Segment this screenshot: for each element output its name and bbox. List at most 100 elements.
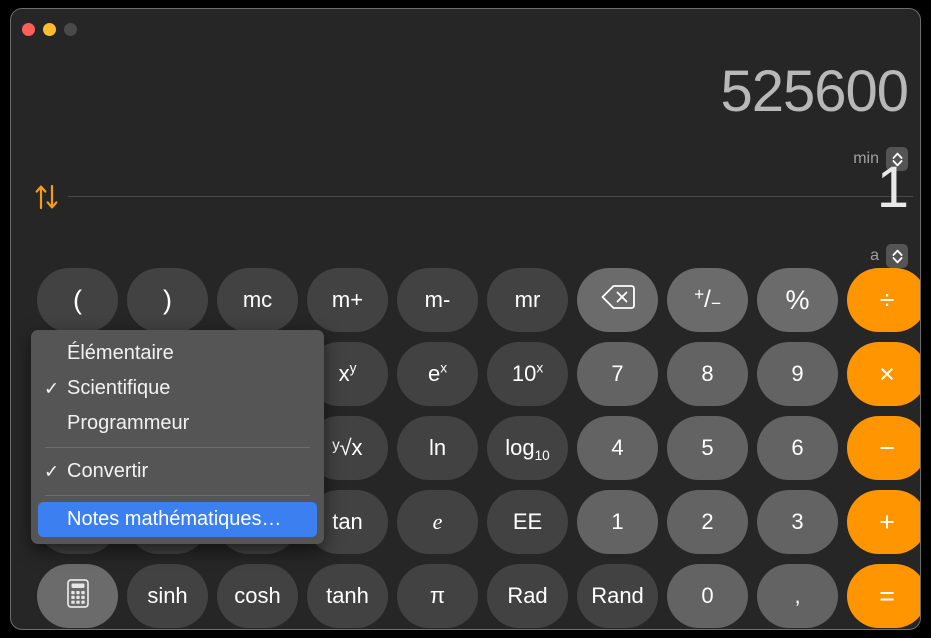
key-label: m- (424, 287, 451, 312)
key-equals[interactable]: = (847, 564, 920, 628)
menu-item-math-notes[interactable]: Notes mathématiques… (38, 502, 317, 537)
key-sign[interactable]: +/− (667, 268, 748, 332)
key-2[interactable]: 2 (667, 490, 748, 554)
menu-item-scientific[interactable]: ✓ Scientifique (31, 371, 324, 406)
key-exp[interactable]: ex (397, 342, 478, 406)
key-log10[interactable]: log10 (487, 416, 568, 480)
key-memory-recall[interactable]: mr (487, 268, 568, 332)
key-memory-add[interactable]: m+ (307, 268, 388, 332)
calculator-window: 525600 min 1 a () mc m+ m- mr +/− % ÷ x… (10, 8, 921, 630)
key-label: Rand (591, 583, 644, 608)
key-open-paren[interactable]: ( (37, 268, 118, 332)
menu-item-basic[interactable]: Élémentaire (31, 336, 324, 371)
key-label: 0 (701, 583, 714, 608)
key-percent[interactable]: % (757, 268, 838, 332)
key-ten-power[interactable]: 10x (487, 342, 568, 406)
key-rand[interactable]: Rand (577, 564, 658, 628)
key-label: × (879, 358, 895, 389)
key-rad[interactable]: Rad (487, 564, 568, 628)
key-backspace[interactable] (577, 268, 658, 332)
key-label: ʸ√x (332, 435, 363, 460)
key-label: Rad (507, 583, 548, 608)
key-label: 7 (611, 361, 624, 386)
key-subtract[interactable]: − (847, 416, 920, 480)
keypad-row: () mc m+ m-mr +/−% ÷ (19, 264, 920, 338)
key-label: 10x (511, 360, 544, 386)
key-label: 3 (791, 509, 804, 534)
key-divide[interactable]: ÷ (847, 268, 920, 332)
menu-item-programmer[interactable]: Programmeur (31, 406, 324, 441)
key-6[interactable]: 6 (757, 416, 838, 480)
display-row-bottom: 1 a (11, 151, 920, 268)
secondary-unit-label: a (870, 247, 879, 264)
key-multiply[interactable]: × (847, 342, 920, 406)
checkmark-icon: ✓ (44, 378, 60, 398)
key-label: 4 (611, 435, 624, 460)
key-label: ex (427, 360, 448, 386)
key-0[interactable]: 0 (667, 564, 748, 628)
calculator-icon (66, 578, 89, 614)
key-pi[interactable]: π (397, 564, 478, 628)
key-3[interactable]: 3 (757, 490, 838, 554)
key-label: ) (163, 284, 172, 315)
plus-minus-icon: +/− (694, 283, 721, 314)
key-label: % (785, 284, 810, 315)
key-label: e (432, 509, 443, 534)
display-row-top: 525600 min (11, 39, 920, 171)
key-label: 1 (611, 509, 624, 534)
key-label: tan (332, 509, 363, 534)
key-cosh[interactable]: cosh (217, 564, 298, 628)
display-area: 525600 min 1 a (11, 39, 920, 268)
window-controls (22, 23, 77, 36)
keypad-row: sinh cosh tanh π Rad Rand 0, = (19, 560, 920, 629)
key-label: mr (514, 287, 541, 312)
key-ln[interactable]: ln (397, 416, 478, 480)
key-9[interactable]: 9 (757, 342, 838, 406)
key-label: log10 (505, 435, 550, 463)
minimize-button[interactable] (43, 23, 56, 36)
key-label: 5 (701, 435, 714, 460)
key-label: mc (242, 287, 273, 312)
key-decimal[interactable]: , (757, 564, 838, 628)
key-label: ( (73, 284, 82, 315)
backspace-icon (601, 284, 635, 316)
key-add[interactable]: + (847, 490, 920, 554)
key-label: ÷ (879, 284, 895, 315)
key-close-paren[interactable]: ) (127, 268, 208, 332)
key-label: = (879, 580, 895, 611)
key-label: 6 (791, 435, 804, 460)
primary-value[interactable]: 525600 (720, 63, 909, 121)
key-label: EE (512, 509, 543, 534)
key-5[interactable]: 5 (667, 416, 748, 480)
key-e[interactable]: e (397, 490, 478, 554)
key-label: xy (338, 360, 357, 386)
key-label: 9 (791, 361, 804, 386)
menu-item-convert[interactable]: ✓ Convertir (31, 454, 324, 489)
key-label: 2 (701, 509, 714, 534)
key-label: sinh (147, 583, 188, 608)
key-calculator-mode[interactable] (37, 564, 118, 628)
key-ee[interactable]: EE (487, 490, 568, 554)
key-tanh[interactable]: tanh (307, 564, 388, 628)
menu-item-label: Élémentaire (67, 342, 174, 364)
key-memory-sub[interactable]: m- (397, 268, 478, 332)
key-7[interactable]: 7 (577, 342, 658, 406)
menu-item-label: Convertir (67, 460, 149, 482)
close-button[interactable] (22, 23, 35, 36)
menu-item-label: Notes mathématiques… (67, 508, 282, 530)
checkmark-icon: ✓ (44, 461, 60, 481)
key-label: − (879, 432, 895, 463)
zoom-button[interactable] (64, 23, 77, 36)
key-label: , (794, 583, 801, 608)
key-label: cosh (234, 583, 281, 608)
key-memory-clear[interactable]: mc (217, 268, 298, 332)
key-8[interactable]: 8 (667, 342, 748, 406)
key-label: 8 (701, 361, 714, 386)
menu-item-label: Programmeur (67, 412, 190, 434)
key-1[interactable]: 1 (577, 490, 658, 554)
key-4[interactable]: 4 (577, 416, 658, 480)
menu-item-label: Scientifique (67, 377, 171, 399)
key-sinh[interactable]: sinh (127, 564, 208, 628)
key-label: m+ (331, 287, 364, 312)
secondary-value[interactable]: 1 (877, 159, 909, 217)
